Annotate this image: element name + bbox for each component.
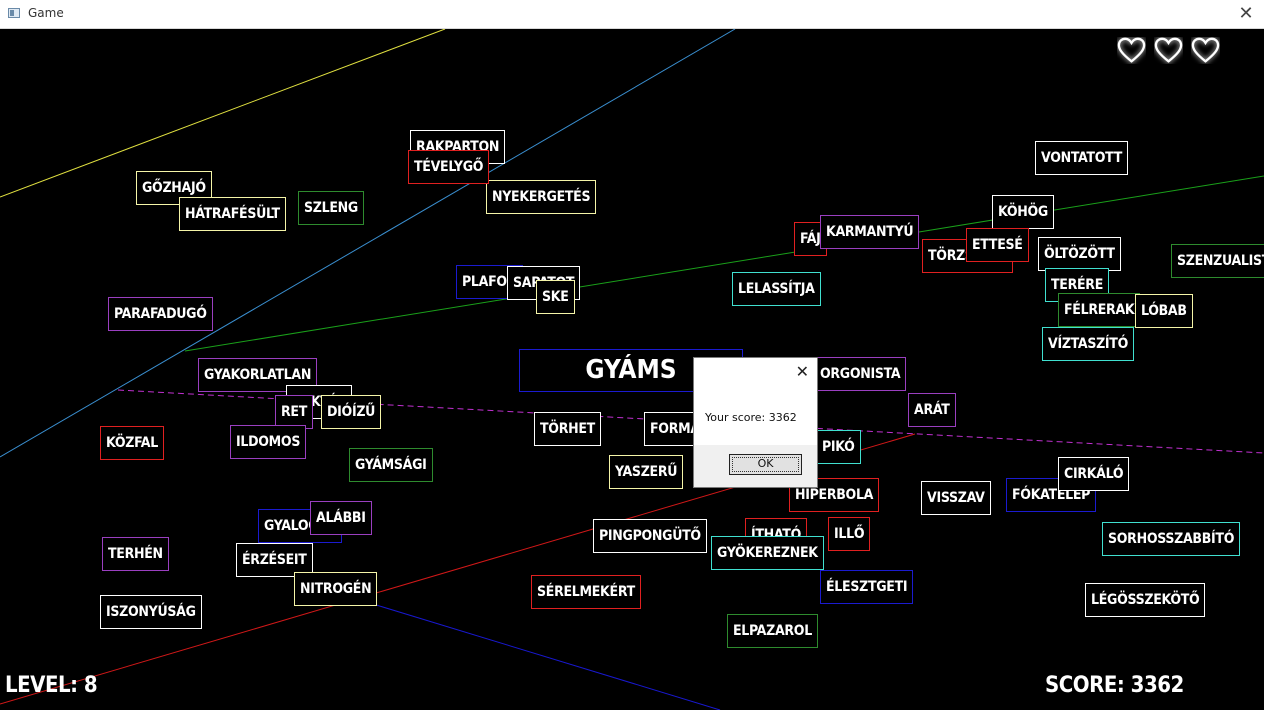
dialog-close-button[interactable]: ✕ (796, 362, 809, 381)
falling-word: TERHÉN (102, 537, 169, 571)
falling-word: ILDOMOS (230, 425, 307, 459)
ok-button[interactable]: OK (729, 454, 802, 475)
falling-word: HÁTRAFÉSÜLT (179, 197, 286, 231)
falling-word: SÉRELMEKÉRT (531, 575, 641, 609)
window-titlebar: Game ✕ (0, 0, 1264, 29)
falling-word: SORHOSSZABBÍTÓ (1102, 522, 1241, 556)
falling-word: PIKÓ (816, 430, 861, 464)
falling-word: TÉVELYGŐ (408, 150, 490, 184)
falling-word: SZENZUALISTA (1171, 244, 1264, 278)
falling-word: KARMANTYÚ (820, 215, 920, 249)
falling-word: ILLŐ (828, 517, 871, 551)
falling-word: GYÁMSÁGI (349, 448, 433, 482)
app-window-icon (8, 8, 20, 18)
score-dialog: ✕ Your score: 3362 OK (693, 357, 818, 488)
falling-word: LELASSÍTJA (732, 272, 821, 306)
falling-word: SZLENG (298, 191, 364, 225)
falling-word: VONTATOTT (1035, 141, 1129, 175)
window-close-button[interactable]: ✕ (1228, 0, 1264, 28)
falling-word: ISZONYÚSÁG (100, 595, 202, 629)
falling-word: VÍZTASZÍTÓ (1042, 327, 1135, 361)
falling-word: RET (275, 395, 313, 429)
falling-word: YASZERŰ (609, 455, 684, 489)
falling-word: LÉGÖSSZEKÖTŐ (1085, 583, 1206, 617)
bg-line-blue (359, 599, 721, 710)
level-label: LEVEL: 8 (5, 673, 98, 698)
falling-word: LÓBAB (1135, 294, 1193, 328)
falling-word: ÉLESZTGETI (820, 570, 914, 604)
falling-word: VISSZAV (921, 481, 991, 515)
falling-word: NYEKERGETÉS (486, 180, 597, 214)
dialog-footer: OK (694, 445, 817, 487)
heart-outline-icon (1117, 37, 1146, 63)
falling-word: PARAFADUGÓ (108, 297, 213, 331)
falling-word: SKE (536, 280, 575, 314)
falling-word: DIÓÍZŰ (321, 395, 382, 429)
falling-word: ÖLTÖZÖTT (1038, 237, 1121, 271)
falling-word: ELPAZAROL (727, 614, 818, 648)
falling-word: ALÁBBI (310, 501, 372, 535)
heart-outline-icon (1154, 37, 1183, 63)
falling-word: PINGPONGÜTŐ (593, 519, 707, 553)
dialog-message: Your score: 3362 (705, 411, 797, 424)
heart-outline-icon (1191, 37, 1220, 63)
lives-display (1117, 37, 1220, 64)
falling-word: FÉLRERAK (1058, 293, 1141, 327)
bg-line-yellow (0, 29, 446, 198)
bg-line-cyan (0, 29, 736, 458)
falling-word: ORGONISTA (814, 357, 907, 391)
falling-word: ARÁT (908, 393, 956, 427)
falling-word: GYÖKEREZNEK (711, 536, 824, 570)
score-label: SCORE: 3362 (1045, 673, 1184, 698)
game-canvas: RAKPARTON NYEKERGETÉS TÉVELYGŐ GŐZHAJÓ HÁTRA… (0, 29, 1264, 710)
falling-word: KÖHÖG (992, 195, 1054, 229)
window-title: Game (28, 6, 64, 20)
falling-word: TÖRHET (534, 412, 601, 446)
falling-word: NITROGÉN (294, 572, 378, 606)
falling-word: ETTESÉ (966, 228, 1029, 262)
falling-word: CIRKÁLÓ (1058, 457, 1130, 491)
falling-word: KÖZFAL (100, 426, 164, 460)
